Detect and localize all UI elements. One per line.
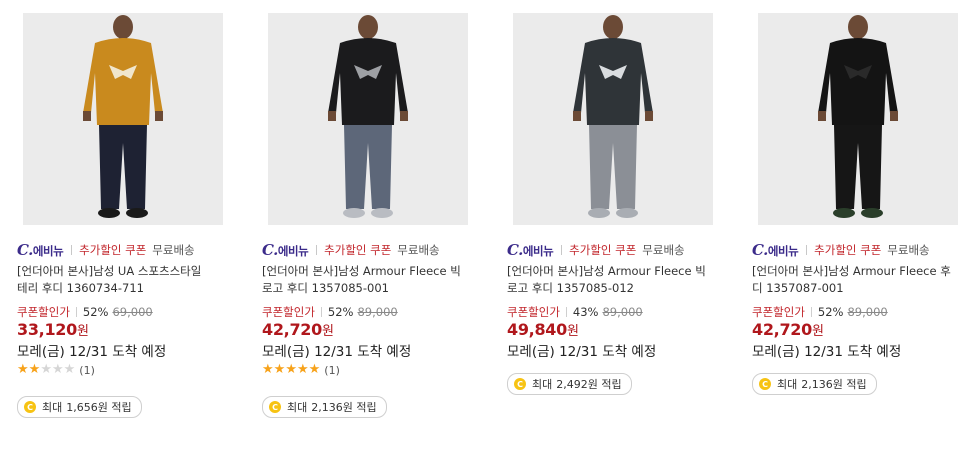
cavenue-logo[interactable]: C.에비뉴 [262, 241, 309, 259]
free-shipping-label: 무료배송 [887, 243, 930, 257]
free-shipping-label: 무료배송 [152, 243, 195, 257]
discount-row: 쿠폰할인가 43% 89,000 [507, 304, 643, 320]
product-badges: C.에비뉴 추가할인 쿠폰 무료배송 [17, 240, 257, 260]
delivery-estimate: 모레(금) 12/31 도착 예정 [262, 344, 412, 360]
model-illustration [268, 13, 468, 225]
divider [561, 245, 563, 255]
model-illustration [758, 13, 958, 225]
star-empty-icon: ★ [40, 362, 52, 377]
star-filled-icon: ★ [285, 362, 297, 377]
star-filled-icon: ★ [28, 362, 41, 377]
star-empty-icon: ★ [63, 362, 76, 377]
reward-points-badge: C 최대 2,136원 적립 [752, 373, 877, 395]
product-image[interactable] [758, 13, 958, 225]
coupon-price-label: 쿠폰할인가 [752, 305, 805, 319]
divider [316, 245, 318, 255]
product-image[interactable] [23, 13, 223, 225]
coin-icon: C [269, 401, 281, 413]
discount-row: 쿠폰할인가 52% 89,000 [262, 304, 398, 320]
discount-rate: 52% [327, 305, 354, 319]
product-title[interactable]: [언더아머 본사]남성 UA 스포츠스타일 테리 후디 1360734-711 [17, 263, 227, 297]
rating-stars: ★ ★ ★ ★ ★ (1) [262, 363, 340, 377]
delivery-estimate: 모레(금) 12/31 도착 예정 [507, 344, 657, 360]
cavenue-logo[interactable]: C.에비뉴 [507, 241, 554, 259]
coupon-price-label: 쿠폰할인가 [262, 305, 315, 319]
extra-coupon-label: 추가할인 쿠폰 [324, 243, 392, 257]
delivery-estimate: 모레(금) 12/31 도착 예정 [752, 344, 902, 360]
product-badges: C.에비뉴 추가할인 쿠폰 무료배송 [752, 240, 970, 260]
sale-price: 42,720원 [752, 320, 824, 339]
product-title[interactable]: [언더아머 본사]남성 Armour Fleece 후디 1357087-001 [752, 263, 962, 297]
discount-rate: 43% [572, 305, 599, 319]
sale-price: 33,120원 [17, 320, 89, 339]
star-filled-icon: ★ [262, 362, 274, 377]
star-filled-icon: ★ [17, 362, 29, 377]
divider [565, 307, 567, 317]
delivery-estimate: 모레(금) 12/31 도착 예정 [17, 344, 167, 360]
extra-coupon-label: 추가할인 쿠폰 [79, 243, 147, 257]
reward-points-badge: C 최대 2,136원 적립 [262, 396, 387, 418]
divider [320, 307, 322, 317]
divider [806, 245, 808, 255]
review-count[interactable]: (1) [324, 364, 340, 377]
free-shipping-label: 무료배송 [642, 243, 685, 257]
review-count[interactable]: (1) [79, 364, 95, 377]
product-card[interactable]: C.에비뉴 추가할인 쿠폰 무료배송 [언더아머 본사]남성 UA 스포츠스타일… [17, 0, 237, 452]
coupon-price-label: 쿠폰할인가 [507, 305, 560, 319]
coupon-price-label: 쿠폰할인가 [17, 305, 70, 319]
divider [810, 307, 812, 317]
rating-stars: ★ ★ ★ ★ ★ (1) [17, 363, 95, 377]
coin-icon: C [759, 378, 771, 390]
discount-rate: 52% [82, 305, 109, 319]
original-price: 89,000 [847, 305, 888, 319]
divider [75, 307, 77, 317]
product-title[interactable]: [언더아머 본사]남성 Armour Fleece 빅 로고 후디 1357085… [507, 263, 717, 297]
product-image[interactable] [513, 13, 713, 225]
coin-icon: C [24, 401, 36, 413]
original-price: 69,000 [112, 305, 153, 319]
sale-price: 49,840원 [507, 320, 579, 339]
original-price: 89,000 [602, 305, 643, 319]
reward-points-badge: C 최대 1,656원 적립 [17, 396, 142, 418]
product-title[interactable]: [언더아머 본사]남성 Armour Fleece 빅 로고 후디 1357085… [262, 263, 472, 297]
star-filled-icon: ★ [308, 362, 321, 377]
model-illustration [513, 13, 713, 225]
star-empty-icon: ★ [51, 362, 64, 377]
sale-price: 42,720원 [262, 320, 334, 339]
product-card[interactable]: C.에비뉴 추가할인 쿠폰 무료배송 [언더아머 본사]남성 Armour Fl… [262, 0, 482, 452]
cavenue-logo[interactable]: C.에비뉴 [17, 241, 64, 259]
extra-coupon-label: 추가할인 쿠폰 [569, 243, 637, 257]
free-shipping-label: 무료배송 [397, 243, 440, 257]
divider [71, 245, 73, 255]
star-filled-icon: ★ [296, 362, 309, 377]
product-grid: C.에비뉴 추가할인 쿠폰 무료배송 [언더아머 본사]남성 UA 스포츠스타일… [0, 0, 970, 452]
cavenue-logo[interactable]: C.에비뉴 [752, 241, 799, 259]
original-price: 89,000 [357, 305, 398, 319]
product-card[interactable]: C.에비뉴 추가할인 쿠폰 무료배송 [언더아머 본사]남성 Armour Fl… [507, 0, 727, 452]
discount-row: 쿠폰할인가 52% 69,000 [17, 304, 153, 320]
discount-row: 쿠폰할인가 52% 89,000 [752, 304, 888, 320]
star-filled-icon: ★ [273, 362, 286, 377]
model-illustration [23, 13, 223, 225]
product-card[interactable]: C.에비뉴 추가할인 쿠폰 무료배송 [언더아머 본사]남성 Armour Fl… [752, 0, 970, 452]
product-badges: C.에비뉴 추가할인 쿠폰 무료배송 [262, 240, 502, 260]
reward-points-badge: C 최대 2,492원 적립 [507, 373, 632, 395]
extra-coupon-label: 추가할인 쿠폰 [814, 243, 882, 257]
coin-icon: C [514, 378, 526, 390]
product-badges: C.에비뉴 추가할인 쿠폰 무료배송 [507, 240, 747, 260]
discount-rate: 52% [817, 305, 844, 319]
product-image[interactable] [268, 13, 468, 225]
